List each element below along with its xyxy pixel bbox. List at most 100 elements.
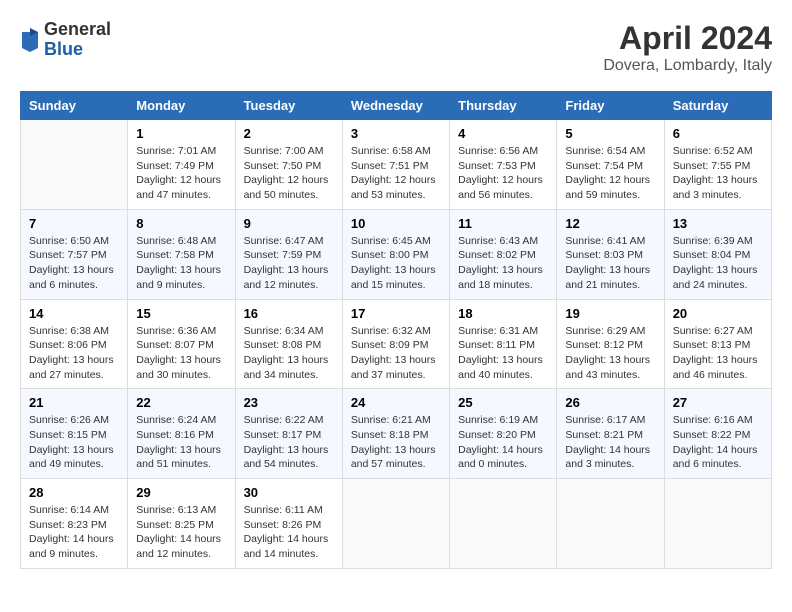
day-info: Sunrise: 6:19 AMSunset: 8:20 PMDaylight:…	[458, 413, 548, 472]
day-number: 25	[458, 395, 548, 410]
logo-line2: Blue	[44, 40, 111, 60]
weekday-header-sunday: Sunday	[21, 92, 128, 120]
calendar-cell: 7 Sunrise: 6:50 AMSunset: 7:57 PMDaylight…	[21, 209, 128, 299]
day-number: 12	[565, 216, 655, 231]
weekday-header-tuesday: Tuesday	[235, 92, 342, 120]
calendar-cell: 16 Sunrise: 6:34 AMSunset: 8:08 PMDayligh…	[235, 299, 342, 389]
location-subtitle: Dovera, Lombardy, Italy	[603, 57, 772, 75]
day-info: Sunrise: 6:27 AMSunset: 8:13 PMDaylight:…	[673, 324, 763, 383]
day-info: Sunrise: 6:45 AMSunset: 8:00 PMDaylight:…	[351, 234, 441, 293]
day-info: Sunrise: 6:13 AMSunset: 8:25 PMDaylight:…	[136, 503, 226, 562]
calendar-cell: 22Sunrise: 6:24 AMSunset: 8:16 PMDayligh…	[128, 389, 235, 479]
logo-text: General Blue	[44, 20, 111, 60]
day-info: Sunrise: 6:56 AMSunset: 7:53 PMDaylight:…	[458, 144, 548, 203]
day-info: Sunrise: 6:48 AMSunset: 7:58 PMDaylight:…	[136, 234, 226, 293]
day-info: Sunrise: 6:41 AMSunset: 8:03 PMDaylight:…	[565, 234, 655, 293]
calendar-cell: 3 Sunrise: 6:58 AMSunset: 7:51 PMDaylight…	[342, 120, 449, 210]
day-info: Sunrise: 6:31 AMSunset: 8:11 PMDaylight:…	[458, 324, 548, 383]
calendar-cell: 2Sunrise: 7:00 AMSunset: 7:50 PMDaylight…	[235, 120, 342, 210]
calendar-cell: 19 Sunrise: 6:29 AMSunset: 8:12 PMDayligh…	[557, 299, 664, 389]
weekday-header-monday: Monday	[128, 92, 235, 120]
day-info: Sunrise: 6:52 AMSunset: 7:55 PMDaylight:…	[673, 144, 763, 203]
calendar-cell: 4 Sunrise: 6:56 AMSunset: 7:53 PMDaylight…	[450, 120, 557, 210]
day-info: Sunrise: 6:38 AMSunset: 8:06 PMDaylight:…	[29, 324, 119, 383]
day-info: Sunrise: 6:14 AMSunset: 8:23 PMDaylight:…	[29, 503, 119, 562]
weekday-row: SundayMondayTuesdayWednesdayThursdayFrid…	[21, 92, 772, 120]
calendar-cell: 14 Sunrise: 6:38 AMSunset: 8:06 PMDayligh…	[21, 299, 128, 389]
calendar-cell: 23Sunrise: 6:22 AMSunset: 8:17 PMDayligh…	[235, 389, 342, 479]
calendar-cell: 28 Sunrise: 6:14 AMSunset: 8:23 PMDayligh…	[21, 479, 128, 569]
day-number: 28	[29, 485, 119, 500]
weekday-header-thursday: Thursday	[450, 92, 557, 120]
calendar-cell	[21, 120, 128, 210]
calendar-cell	[557, 479, 664, 569]
day-info: Sunrise: 6:32 AMSunset: 8:09 PMDaylight:…	[351, 324, 441, 383]
day-number: 16	[244, 306, 334, 321]
day-info: Sunrise: 6:29 AMSunset: 8:12 PMDaylight:…	[565, 324, 655, 383]
calendar-cell: 5 Sunrise: 6:54 AMSunset: 7:54 PMDaylight…	[557, 120, 664, 210]
day-info: Sunrise: 6:43 AMSunset: 8:02 PMDaylight:…	[458, 234, 548, 293]
calendar-cell: 21 Sunrise: 6:26 AMSunset: 8:15 PMDayligh…	[21, 389, 128, 479]
calendar-cell	[450, 479, 557, 569]
calendar-cell	[664, 479, 771, 569]
day-info: Sunrise: 6:47 AMSunset: 7:59 PMDaylight:…	[244, 234, 334, 293]
day-number: 18	[458, 306, 548, 321]
calendar-cell	[342, 479, 449, 569]
calendar-cell: 30Sunrise: 6:11 AMSunset: 8:26 PMDayligh…	[235, 479, 342, 569]
logo-line1: General	[44, 20, 111, 40]
day-number: 2	[244, 126, 334, 141]
day-number: 27	[673, 395, 763, 410]
day-number: 3	[351, 126, 441, 141]
day-number: 10	[351, 216, 441, 231]
weekday-header-friday: Friday	[557, 92, 664, 120]
day-number: 4	[458, 126, 548, 141]
day-number: 23	[244, 395, 334, 410]
day-info: Sunrise: 6:36 AMSunset: 8:07 PMDaylight:…	[136, 324, 226, 383]
day-number: 20	[673, 306, 763, 321]
logo-icon	[20, 28, 40, 52]
day-info: Sunrise: 6:26 AMSunset: 8:15 PMDaylight:…	[29, 413, 119, 472]
calendar-week-row: 1Sunrise: 7:01 AMSunset: 7:49 PMDaylight…	[21, 120, 772, 210]
day-number: 7	[29, 216, 119, 231]
day-number: 15	[136, 306, 226, 321]
day-info: Sunrise: 6:39 AMSunset: 8:04 PMDaylight:…	[673, 234, 763, 293]
page-header: General Blue April 2024 Dovera, Lombardy…	[20, 20, 772, 75]
calendar-week-row: 21 Sunrise: 6:26 AMSunset: 8:15 PMDayligh…	[21, 389, 772, 479]
calendar-body: 1Sunrise: 7:01 AMSunset: 7:49 PMDaylight…	[21, 120, 772, 569]
day-number: 30	[244, 485, 334, 500]
day-number: 14	[29, 306, 119, 321]
day-number: 6	[673, 126, 763, 141]
calendar-cell: 17 Sunrise: 6:32 AMSunset: 8:09 PMDayligh…	[342, 299, 449, 389]
calendar-cell: 20 Sunrise: 6:27 AMSunset: 8:13 PMDayligh…	[664, 299, 771, 389]
day-number: 17	[351, 306, 441, 321]
day-info: Sunrise: 6:58 AMSunset: 7:51 PMDaylight:…	[351, 144, 441, 203]
day-info: Sunrise: 6:50 AMSunset: 7:57 PMDaylight:…	[29, 234, 119, 293]
day-number: 21	[29, 395, 119, 410]
day-info: Sunrise: 6:54 AMSunset: 7:54 PMDaylight:…	[565, 144, 655, 203]
calendar-cell: 10 Sunrise: 6:45 AMSunset: 8:00 PMDayligh…	[342, 209, 449, 299]
weekday-header-wednesday: Wednesday	[342, 92, 449, 120]
calendar-cell: 15 Sunrise: 6:36 AMSunset: 8:07 PMDayligh…	[128, 299, 235, 389]
day-info: Sunrise: 6:21 AMSunset: 8:18 PMDaylight:…	[351, 413, 441, 472]
day-number: 13	[673, 216, 763, 231]
calendar-cell: 13 Sunrise: 6:39 AMSunset: 8:04 PMDayligh…	[664, 209, 771, 299]
calendar-cell: 24 Sunrise: 6:21 AMSunset: 8:18 PMDayligh…	[342, 389, 449, 479]
day-number: 24	[351, 395, 441, 410]
logo: General Blue	[20, 20, 111, 60]
calendar-week-row: 7 Sunrise: 6:50 AMSunset: 7:57 PMDaylight…	[21, 209, 772, 299]
day-number: 5	[565, 126, 655, 141]
calendar-header: SundayMondayTuesdayWednesdayThursdayFrid…	[21, 92, 772, 120]
day-number: 26	[565, 395, 655, 410]
calendar-cell: 29Sunrise: 6:13 AMSunset: 8:25 PMDayligh…	[128, 479, 235, 569]
day-number: 1	[136, 126, 226, 141]
calendar-cell: 26Sunrise: 6:17 AMSunset: 8:21 PMDayligh…	[557, 389, 664, 479]
calendar-week-row: 14 Sunrise: 6:38 AMSunset: 8:06 PMDayligh…	[21, 299, 772, 389]
day-number: 11	[458, 216, 548, 231]
calendar-table: SundayMondayTuesdayWednesdayThursdayFrid…	[20, 91, 772, 569]
day-number: 19	[565, 306, 655, 321]
day-info: Sunrise: 6:34 AMSunset: 8:08 PMDaylight:…	[244, 324, 334, 383]
calendar-cell: 25 Sunrise: 6:19 AMSunset: 8:20 PMDayligh…	[450, 389, 557, 479]
month-year-title: April 2024	[603, 20, 772, 57]
calendar-cell: 1Sunrise: 7:01 AMSunset: 7:49 PMDaylight…	[128, 120, 235, 210]
calendar-cell: 12 Sunrise: 6:41 AMSunset: 8:03 PMDayligh…	[557, 209, 664, 299]
